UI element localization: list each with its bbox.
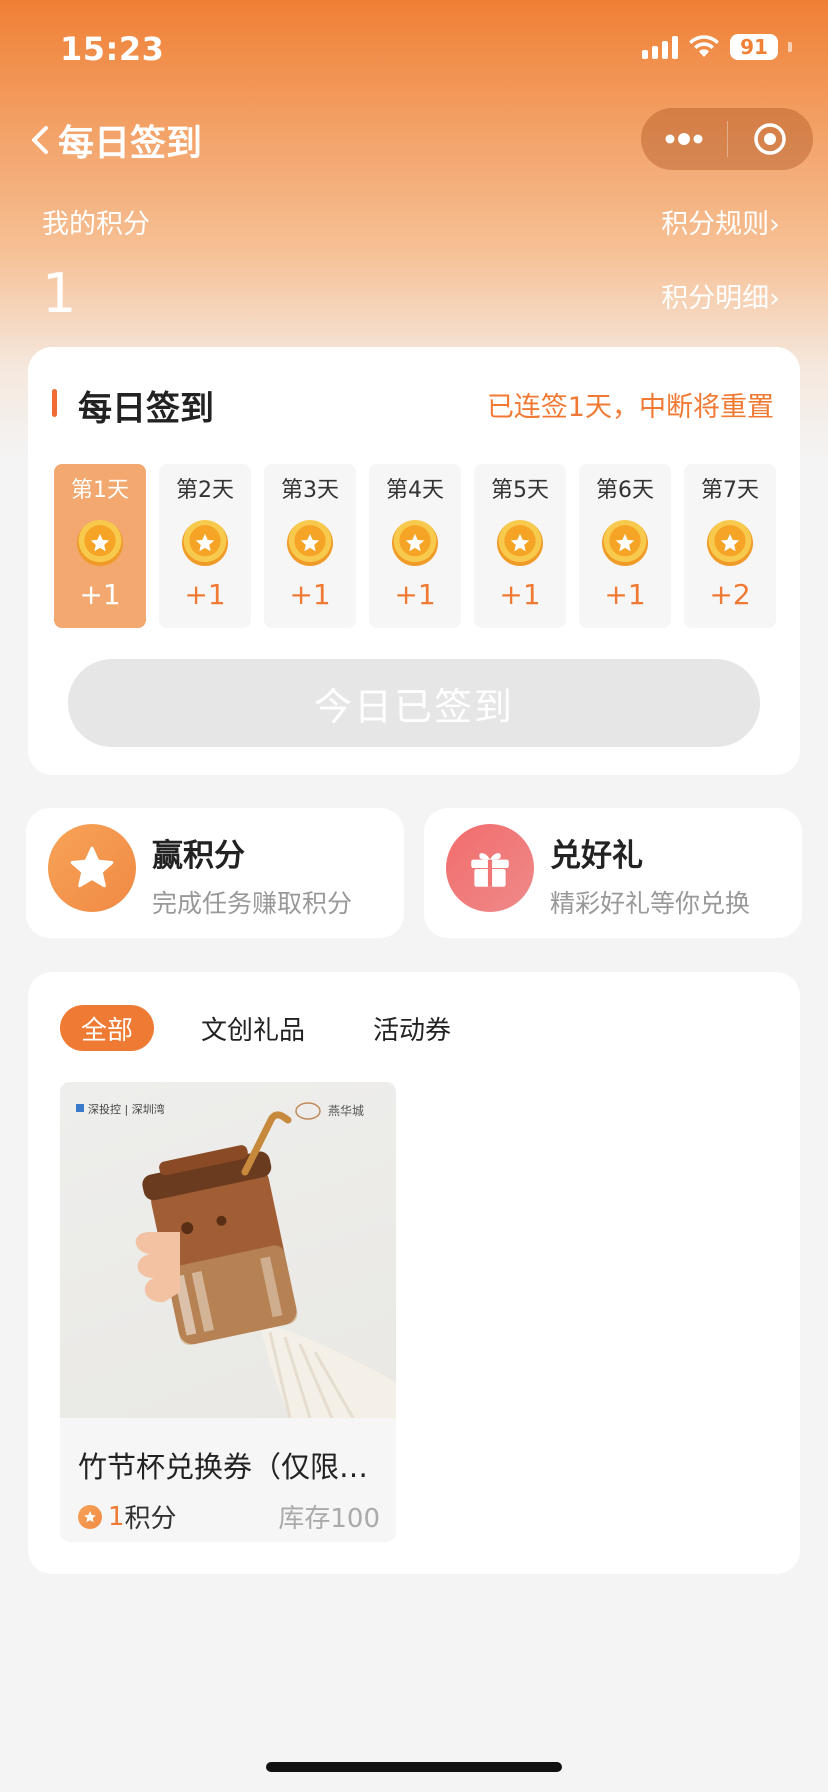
tab-all[interactable]: 全部: [60, 1005, 155, 1051]
my-points-label: 我的积分: [42, 209, 150, 240]
day-bonus: +1: [289, 578, 331, 611]
battery-tip: [788, 42, 792, 52]
signin-day-1: 第1天 +1: [54, 464, 146, 628]
product-card[interactable]: 深投控 | 深圳湾 燕华城 竹节杯兑换券（仅限… 1 积分 库存100: [60, 1082, 396, 1542]
day-label: 第5天: [491, 478, 549, 503]
signin-day-5: 第5天 +1: [474, 464, 566, 628]
coin-star-icon: [602, 520, 648, 566]
day-label: 第2天: [176, 478, 234, 503]
product-price-unit: 积分: [124, 1504, 177, 1534]
signin-card-title: 每日签到: [78, 389, 214, 429]
tab-event-coupons[interactable]: 活动券: [352, 1005, 472, 1051]
home-indicator[interactable]: [266, 1762, 562, 1772]
signin-day-3: 第3天 +1: [264, 464, 356, 628]
signin-day-2: 第2天 +1: [159, 464, 251, 628]
day-bonus: +2: [709, 578, 751, 611]
day-label: 第3天: [281, 478, 339, 503]
gift-icon: [446, 824, 534, 912]
day-label: 第6天: [596, 478, 654, 503]
coin-star-icon: [287, 520, 333, 566]
redeem-gifts-title: 兑好礼: [550, 838, 643, 874]
mini-program-capsule: [641, 108, 813, 170]
earn-points-title: 赢积分: [152, 838, 245, 874]
product-stock: 库存100: [278, 1504, 380, 1534]
more-dots-icon: [665, 133, 703, 145]
wifi-icon: [689, 35, 719, 57]
page-title: 每日签到: [58, 123, 203, 164]
signed-in-today-button[interactable]: 今日已签到: [68, 659, 760, 747]
product-image: 深投控 | 深圳湾 燕华城: [60, 1082, 396, 1419]
day-bonus: +1: [184, 578, 226, 611]
streak-status: 已连签1天，中断将重置: [486, 392, 774, 423]
day-label: 第1天: [71, 478, 129, 503]
daily-signin-card: 每日签到 已连签1天，中断将重置 第1天 +1 第2天 +1 第3天 +1 第4…: [28, 347, 800, 775]
brand-logo-left: 深投控 | 深圳湾: [76, 1102, 165, 1116]
product-logo-left-text: 深投控 | 深圳湾: [88, 1102, 165, 1116]
coin-star-icon: [497, 520, 543, 566]
points-rules-link[interactable]: 积分规则›: [661, 202, 780, 241]
tab-cultural-gifts[interactable]: 文创礼品: [180, 1005, 326, 1051]
more-button[interactable]: [641, 108, 727, 170]
product-name: 竹节杯兑换券（仅限…: [78, 1450, 369, 1484]
navigation-bar: 每日签到: [0, 100, 828, 180]
signin-days: 第1天 +1 第2天 +1 第3天 +1 第4天 +1 第5天 +1 第6天 +…: [54, 464, 776, 628]
product-logo-right-text: 燕华城: [328, 1104, 364, 1118]
coin-star-icon: [77, 520, 123, 566]
signin-day-4: 第4天 +1: [369, 464, 461, 628]
star-icon: [48, 824, 136, 912]
product-price-value: 1: [108, 1501, 125, 1532]
close-mini-program-button[interactable]: [728, 108, 814, 170]
shop-tabs: 全部 文创礼品 活动券: [60, 1005, 498, 1051]
coin-star-icon: [182, 520, 228, 566]
back-button[interactable]: [22, 118, 62, 162]
day-bonus: +1: [499, 578, 541, 611]
earn-points-card[interactable]: 赢积分 完成任务赚取积分: [26, 808, 404, 938]
chevron-left-icon: [32, 126, 48, 154]
product-price: 1 积分: [78, 1498, 177, 1535]
brand-logo-right: 燕华城: [295, 1102, 364, 1120]
status-time: 15:23: [60, 30, 165, 68]
points-star-icon: [78, 1504, 102, 1529]
day-label: 第7天: [701, 478, 759, 503]
title-accent-bar: [52, 389, 57, 417]
signin-day-7: 第7天 +2: [684, 464, 776, 628]
status-indicators: 91: [642, 34, 792, 60]
cellular-signal-icon: [642, 35, 678, 59]
day-bonus: +1: [79, 578, 121, 611]
coin-star-icon: [707, 520, 753, 566]
status-bar: 15:23 91: [0, 0, 828, 100]
redeem-gifts-card[interactable]: 兑好礼 精彩好礼等你兑换: [424, 808, 802, 938]
target-circle-icon: [754, 123, 786, 155]
day-bonus: +1: [394, 578, 436, 611]
battery-icon: 91: [730, 34, 778, 60]
coin-star-icon: [392, 520, 438, 566]
points-detail-link[interactable]: 积分明细›: [661, 276, 780, 315]
day-label: 第4天: [386, 478, 444, 503]
points-shop-card: 全部 文创礼品 活动券 深投控 | 深圳湾 燕华城 竹节杯兑换券（仅限… 1 积…: [28, 972, 800, 1574]
earn-points-subtitle: 完成任务赚取积分: [152, 889, 353, 918]
redeem-gifts-subtitle: 精彩好礼等你兑换: [550, 889, 751, 918]
signin-day-6: 第6天 +1: [579, 464, 671, 628]
my-points-value: 1: [42, 262, 77, 325]
day-bonus: +1: [604, 578, 646, 611]
